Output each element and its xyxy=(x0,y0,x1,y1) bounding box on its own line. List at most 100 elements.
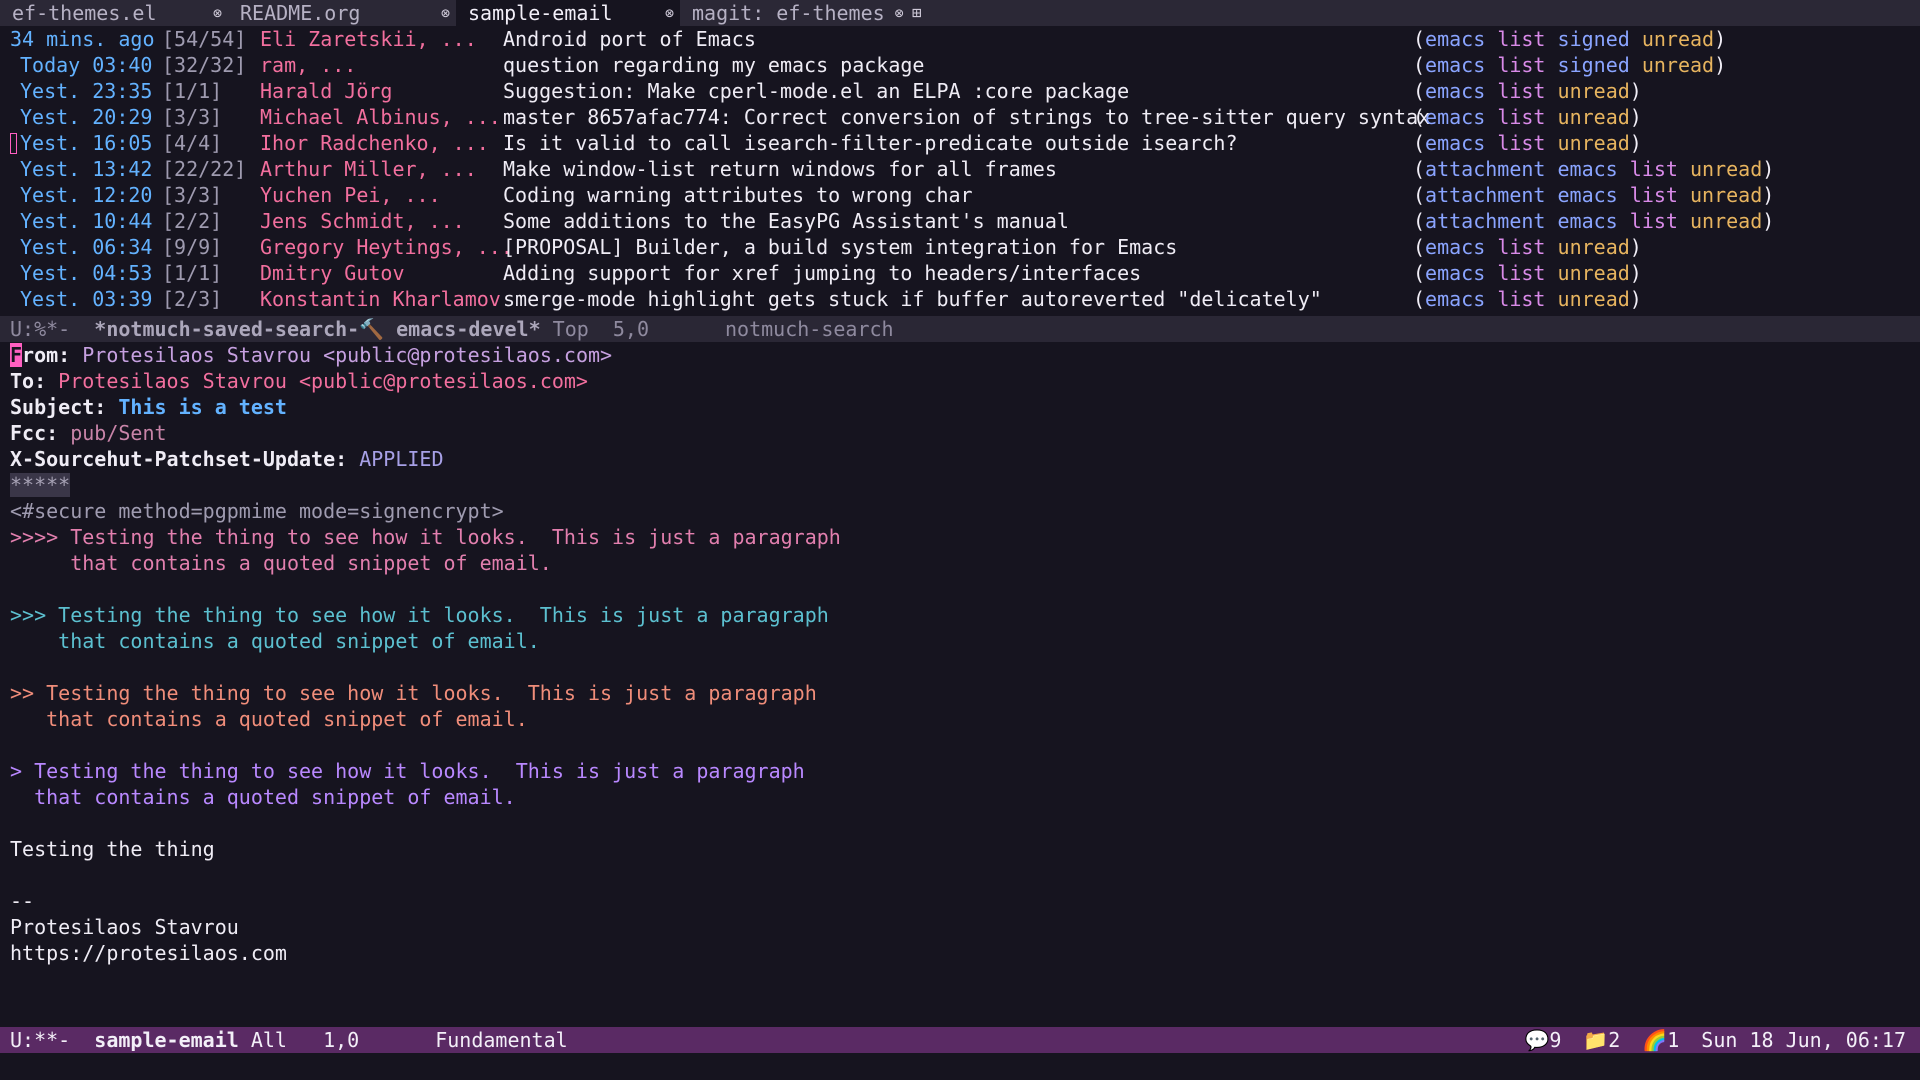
result-authors: Michael Albinus, ... xyxy=(260,105,501,129)
result-subject: Coding warning attributes to wrong char xyxy=(503,183,973,207)
search-result-row[interactable]: Today 03:40 [32/32] ram, ... question regar… xyxy=(10,52,1920,78)
modeline-right-status: 💬9 📁2 🌈1 Sun 18 Jun, 06:17 xyxy=(1524,1027,1920,1053)
result-date: Yest. 03:39 xyxy=(20,287,153,311)
result-date: Yest. 20:29 xyxy=(20,105,153,129)
tag-attachment: attachment xyxy=(1425,183,1546,207)
result-count: [3/3] xyxy=(162,183,223,207)
header-subject: Subject: This is a test xyxy=(10,394,1920,420)
tag-emacs: emacs xyxy=(1557,209,1618,233)
result-subject: Suggestion: Make cperl-mode.el an ELPA :… xyxy=(503,79,1130,103)
header-separator: ***** xyxy=(10,472,1920,498)
tag-emacs: emacs xyxy=(1425,79,1486,103)
quote-level-2: >> Testing the thing to see how it looks… xyxy=(10,681,817,705)
signature-separator: -- xyxy=(10,889,35,913)
result-date: Yest. 23:35 xyxy=(20,79,153,103)
tag-unread: unread xyxy=(1557,79,1630,103)
to-value[interactable]: Protesilaos Stavrou <public@protesilaos.… xyxy=(58,369,588,393)
search-result-row[interactable]: Yest. 03:39 [2/3] Konstantin Kharlamov smer… xyxy=(10,286,1920,312)
result-count: [22/22] xyxy=(162,157,247,181)
header-label: Subject: xyxy=(10,395,107,419)
search-result-row[interactable]: Yest. 20:29 [3/3] Michael Albinus, ... mast… xyxy=(10,104,1920,130)
result-tags: (emacs list unread) xyxy=(1413,105,1642,129)
result-count: [1/1] xyxy=(162,261,223,285)
x-sourcehut-value[interactable]: APPLIED xyxy=(359,447,443,471)
close-icon[interactable]: ⊗ xyxy=(665,0,674,26)
result-date: Yest. 10:44 xyxy=(20,209,153,233)
tag-emacs: emacs xyxy=(1425,105,1486,129)
tag-emacs: emacs xyxy=(1425,131,1486,155)
tag-unread: unread xyxy=(1641,53,1715,77)
tag-emacs: emacs xyxy=(1425,235,1486,259)
tag-list: list xyxy=(1497,235,1546,259)
tag-signed: signed xyxy=(1557,27,1630,51)
tab-ef-themes[interactable]: ef-themes.el ⊗ xyxy=(0,0,228,26)
modeline-major-mode: notmuch-search xyxy=(725,317,894,341)
subject-value[interactable]: This is a test xyxy=(118,395,287,419)
header-from: From: Protesilaos Stavrou <public@protes… xyxy=(10,342,1920,368)
modeline-major-mode: Fundamental xyxy=(435,1028,568,1052)
header-label: To: xyxy=(10,369,47,393)
modeline-notmuch-search[interactable]: U:%*- *notmuch-saved-search-🔨 emacs-deve… xyxy=(0,316,1920,342)
modeline-buffer-name: *notmuch-saved-search-🔨 emacs-devel* xyxy=(94,317,541,341)
search-result-row[interactable]: Yest. 23:35 [1/1] Harald Jörg Suggestion: M… xyxy=(10,78,1920,104)
result-authors: ram, ... xyxy=(260,53,357,77)
result-subject: Make window-list return windows for all … xyxy=(503,157,1057,181)
quote-level-2: that contains a quoted snippet of email. xyxy=(10,707,528,731)
email-buffer[interactable]: From: Protesilaos Stavrou <public@protes… xyxy=(0,342,1920,966)
close-icon[interactable]: ⊗ xyxy=(441,0,450,26)
folder-icon[interactable]: 📁2 xyxy=(1583,1027,1620,1053)
tab-magit[interactable]: magit: ef-themes ⊗ xyxy=(680,0,904,26)
result-subject: Android port of Emacs xyxy=(503,27,756,51)
result-authors: Harald Jörg xyxy=(260,79,393,103)
tag-unread: unread xyxy=(1557,235,1630,259)
search-result-row[interactable]: Yest. 10:44 [2/2] Jens Schmidt, ... Some ad… xyxy=(10,208,1920,234)
tag-list: list xyxy=(1629,157,1678,181)
search-result-row[interactable]: Yest. 16:05 [4/4] Ihor Radchenko, ... Is it… xyxy=(10,130,1920,156)
new-tab-icon[interactable]: ⊞ xyxy=(904,0,930,26)
result-tags: (emacs list unread) xyxy=(1413,235,1642,259)
search-result-row[interactable]: Yest. 13:42 [22/22] Arthur Miller, ... Make… xyxy=(10,156,1920,182)
quote-level-3: that contains a quoted snippet of email. xyxy=(10,629,540,653)
tag-list: list xyxy=(1497,79,1546,103)
result-count: [3/3] xyxy=(162,105,223,129)
tab-readme[interactable]: README.org ⊗ xyxy=(228,0,456,26)
result-date: Yest. 06:34 xyxy=(20,235,153,259)
result-subject: Adding support for xref jumping to heade… xyxy=(503,261,1142,285)
chat-icon[interactable]: 💬9 xyxy=(1524,1027,1561,1053)
rainbow-icon[interactable]: 🌈1 xyxy=(1642,1027,1679,1053)
search-result-row[interactable]: Yest. 12:20 [3/3] Yuchen Pei, ... Coding wa… xyxy=(10,182,1920,208)
modeline-sample-email[interactable]: U:**- sample-email All 1,0 Fundamental 💬… xyxy=(0,1027,1920,1053)
tag-attachment: attachment xyxy=(1425,157,1546,181)
close-icon[interactable]: ⊗ xyxy=(895,0,904,26)
result-tags: (emacs list unread) xyxy=(1413,261,1642,285)
tag-signed: signed xyxy=(1557,53,1630,77)
tag-emacs: emacs xyxy=(1557,183,1618,207)
fcc-value[interactable]: pub/Sent xyxy=(70,421,166,445)
result-date: Yest. 12:20 xyxy=(20,183,153,207)
tag-unread: unread xyxy=(1557,287,1630,311)
result-subject: question regarding my emacs package xyxy=(503,53,925,77)
result-date: Today 03:40 xyxy=(20,53,153,77)
close-icon[interactable]: ⊗ xyxy=(213,0,222,26)
search-result-row[interactable]: Yest. 06:34 [9/9] Gregory Heytings, ... [PR… xyxy=(10,234,1920,260)
search-result-row[interactable]: 34 mins. ago [54/54] Eli Zaretskii, ... And… xyxy=(10,26,1920,52)
result-tags: (attachment emacs list unread) xyxy=(1413,157,1775,181)
result-authors: Yuchen Pei, ... xyxy=(260,183,441,207)
result-tags: (emacs list unread) xyxy=(1413,79,1642,103)
quote-level-3: >>> Testing the thing to see how it look… xyxy=(10,603,829,627)
result-count: [9/9] xyxy=(162,235,223,259)
signature-url[interactable]: https://protesilaos.com xyxy=(10,940,1920,966)
result-tags: (attachment emacs list unread) xyxy=(1413,183,1775,207)
tag-unread: unread xyxy=(1690,157,1763,181)
result-date: Yest. 16:05 xyxy=(20,131,153,155)
result-authors: Dmitry Gutov xyxy=(260,261,405,285)
body-text: Testing the thing xyxy=(10,837,215,861)
quote-level-4: >>>> Testing the thing to see how it loo… xyxy=(10,525,841,549)
search-result-row[interactable]: Yest. 04:53 [1/1] Dmitry Gutov Adding suppo… xyxy=(10,260,1920,286)
tab-sample-email[interactable]: sample-email ⊗ xyxy=(456,0,680,26)
from-value[interactable]: Protesilaos Stavrou <public@protesilaos.… xyxy=(82,343,612,367)
tag-list: list xyxy=(1497,131,1546,155)
